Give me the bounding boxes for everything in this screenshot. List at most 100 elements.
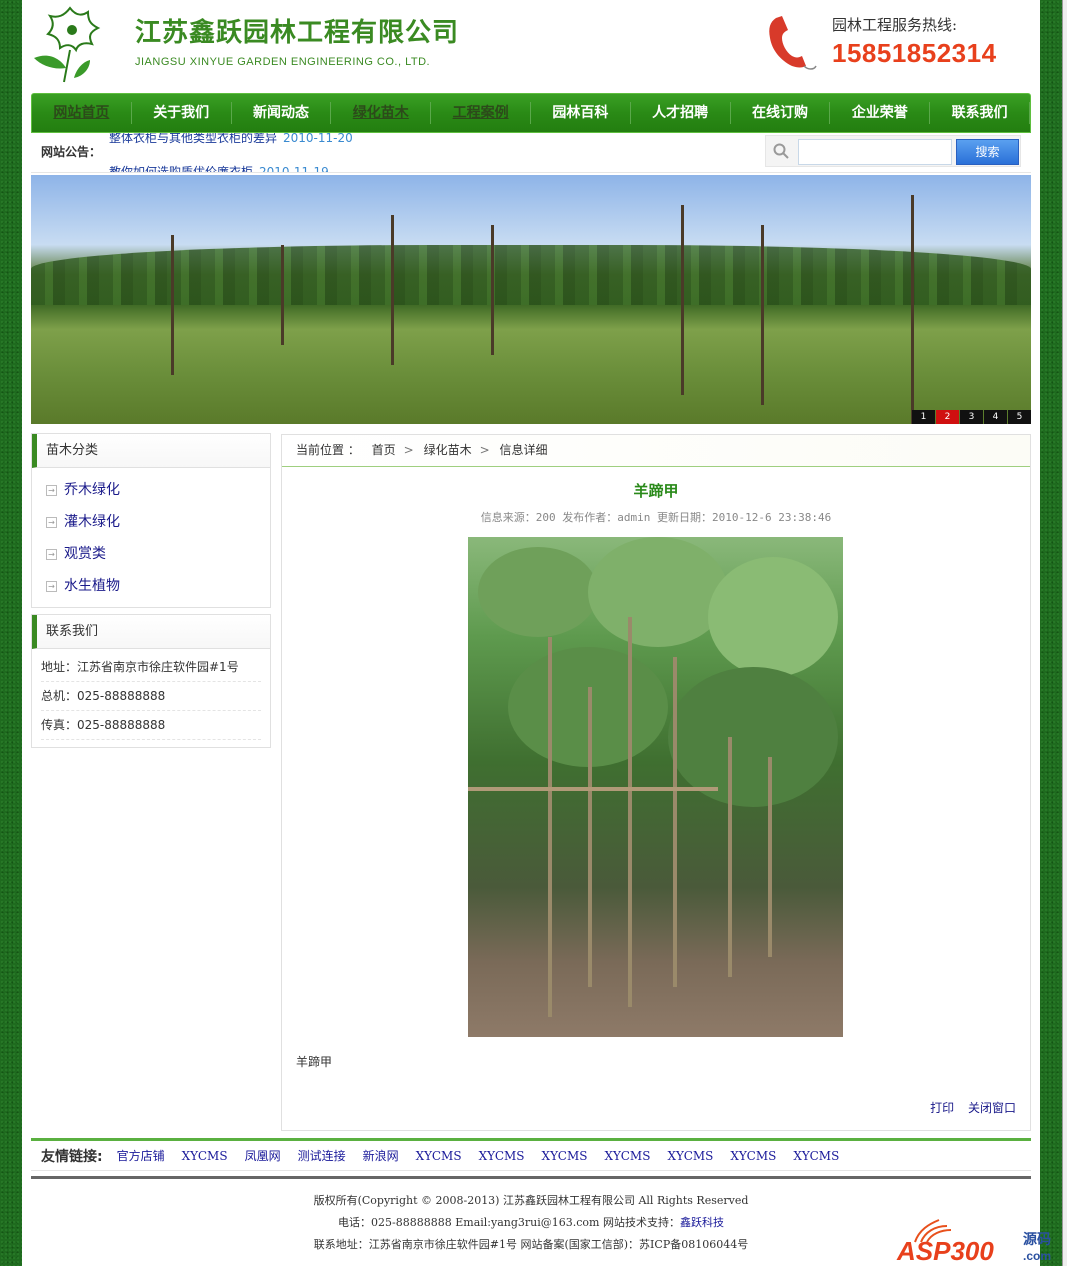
article-actions: 打印 关闭窗口	[920, 1099, 1016, 1116]
friend-link[interactable]: XYCMS	[667, 1149, 713, 1163]
hotline-number: 15851852314	[832, 38, 997, 68]
slide-dot-1[interactable]: 1	[912, 410, 935, 424]
footer-copyright: 版权所有(Copyright © 2008-2013) 江苏鑫跃园林工程有限公司…	[313, 1194, 749, 1207]
nav-item-honors[interactable]: 企业荣誉	[830, 102, 931, 124]
footer-address: 联系地址：江苏省南京市徐庄软件园#1号 网站备案(国家工信部)：苏ICP备081…	[313, 1238, 749, 1251]
chevron-right-icon: >	[403, 443, 414, 457]
friend-link[interactable]: 凤凰网	[245, 1147, 281, 1164]
banner-treeline	[31, 245, 1031, 305]
nav-item-encyclopedia[interactable]: 园林百科	[531, 102, 631, 124]
category-label[interactable]: 灌木绿化	[64, 506, 120, 538]
nav-item-order[interactable]: 在线订购	[731, 102, 831, 124]
close-window-link[interactable]: 关闭窗口	[968, 1101, 1016, 1115]
photo-foliage	[588, 537, 728, 647]
nav-item-projects[interactable]: 工程案例	[431, 102, 531, 124]
contact-box-title: 联系我们	[32, 615, 270, 649]
photo-rail	[468, 787, 718, 791]
breadcrumb-category[interactable]: 绿化苗木	[424, 443, 472, 457]
footer-divider	[31, 1176, 1031, 1179]
slide-dot-4[interactable]: 4	[984, 410, 1007, 424]
category-list: → 乔木绿化 → 灌木绿化 → 观赏类 → 水生植物	[32, 468, 270, 606]
banner-tree	[491, 225, 494, 355]
category-label[interactable]: 水生植物	[64, 570, 120, 602]
category-box: 苗木分类 → 乔木绿化 → 灌木绿化 → 观赏类 → 水生植物	[31, 433, 271, 608]
friend-link[interactable]: XYCMS	[416, 1149, 462, 1163]
watermark-suffix-en: .com	[1023, 1249, 1051, 1263]
main-content: 当前位置 ： 首页 > 绿化苗木 > 信息详细 羊蹄甲 信息来源：200 发布作者：…	[281, 434, 1031, 1131]
tech-support-link[interactable]: 鑫跃科技	[680, 1216, 724, 1229]
footer-contact-text: 电话：025-88888888 Email:yang3rui@163.com 网…	[338, 1216, 680, 1229]
friend-link[interactable]: 官方店铺	[117, 1147, 165, 1164]
friend-link[interactable]: XYCMS	[604, 1149, 650, 1163]
banner-tree	[391, 215, 394, 365]
contact-box: 联系我们 地址：江苏省南京市徐庄软件园#1号 总机：025-88888888 传…	[31, 614, 271, 748]
article-title: 羊蹄甲	[633, 482, 679, 500]
header: 江苏鑫跃园林工程有限公司 JIANGSU XINYUE GARDEN ENGIN…	[22, 0, 1040, 92]
footer: 版权所有(Copyright © 2008-2013) 江苏鑫跃园林工程有限公司…	[22, 1190, 1040, 1256]
banner-tree	[911, 195, 914, 424]
friend-link[interactable]: XYCMS	[182, 1149, 228, 1163]
photo-trunk	[548, 637, 552, 1017]
search-input[interactable]	[798, 139, 952, 165]
notice-date: 2010-11-19	[259, 165, 329, 173]
category-label[interactable]: 乔木绿化	[64, 474, 120, 506]
window-scrollbar-edge	[1062, 0, 1067, 1266]
print-link[interactable]: 打印	[930, 1101, 954, 1115]
nav-item-jobs[interactable]: 人才招聘	[631, 102, 731, 124]
photo-trunk	[628, 617, 632, 1007]
notice-title[interactable]: 整体衣柜与其他类型衣柜的差异	[109, 133, 277, 145]
notice-item[interactable]: 教你如何选购质优价廉衣柜 2010-11-19	[109, 163, 329, 173]
page: 江苏鑫跃园林工程有限公司 JIANGSU XINYUE GARDEN ENGIN…	[22, 0, 1040, 1266]
photo-trunk	[673, 657, 677, 987]
banner-slideshow[interactable]: 1 2 3 4 5	[31, 175, 1031, 424]
photo-trunk	[588, 687, 592, 987]
nav-item-about[interactable]: 关于我们	[132, 102, 232, 124]
footer-contact: 电话：025-88888888 Email:yang3rui@163.com 网…	[22, 1212, 1040, 1234]
nav-item-seedlings[interactable]: 绿化苗木	[331, 102, 432, 124]
breadcrumb-home[interactable]: 首页	[372, 443, 396, 457]
watermark-suffix-cn: 源码	[1023, 1231, 1051, 1248]
nav-item-home[interactable]: 网站首页	[32, 102, 132, 124]
search-icon	[773, 143, 789, 159]
friend-link[interactable]: XYCMS	[730, 1149, 776, 1163]
notice-item[interactable]: 整体衣柜与其他类型衣柜的差异 2010-11-20	[109, 133, 353, 146]
friend-link[interactable]: 测试连接	[298, 1147, 346, 1164]
notice-title[interactable]: 教你如何选购质优价廉衣柜	[109, 165, 253, 172]
photo-trunk	[728, 737, 732, 977]
friend-link[interactable]: 新浪网	[363, 1147, 399, 1164]
search-button[interactable]: 搜索	[956, 139, 1019, 165]
expand-icon: →	[46, 580, 57, 592]
friend-link[interactable]: XYCMS	[542, 1149, 588, 1163]
main-nav: 网站首页 关于我们 新闻动态 绿化苗木 工程案例 园林百科 人才招聘 在线订购 …	[31, 93, 1031, 133]
photo-foliage	[478, 547, 598, 637]
category-label[interactable]: 观赏类	[64, 538, 106, 570]
nav-item-contact[interactable]: 联系我们	[930, 102, 1030, 124]
watermark-text: ASP300	[896, 1236, 994, 1264]
banner-tree	[171, 235, 174, 375]
contact-list: 地址：江苏省南京市徐庄软件园#1号 总机：025-88888888 传真：025…	[32, 649, 270, 744]
chevron-right-icon: >	[479, 443, 490, 457]
slide-dot-2[interactable]: 2	[936, 410, 959, 424]
banner-tree	[281, 245, 284, 345]
friend-link[interactable]: XYCMS	[479, 1149, 525, 1163]
category-item[interactable]: → 乔木绿化	[32, 474, 270, 506]
slide-dot-3[interactable]: 3	[960, 410, 983, 424]
friend-link[interactable]: XYCMS	[793, 1149, 839, 1163]
breadcrumb-current: 信息详细	[499, 443, 548, 457]
breadcrumb: 当前位置 ： 首页 > 绿化苗木 > 信息详细	[282, 435, 1030, 467]
nav-item-news[interactable]: 新闻动态	[232, 102, 332, 124]
article-meta: 信息来源：200 发布作者：admin 更新日期：2010-12-6 23:38…	[480, 511, 832, 524]
category-item[interactable]: → 观赏类	[32, 538, 270, 570]
friend-links: 友情链接: 官方店铺 XYCMS 凤凰网 测试连接 新浪网 XYCMS XYCM…	[31, 1138, 1031, 1171]
asp300-watermark-logo: ASP300 源码 .com	[896, 1219, 1051, 1264]
expand-icon: →	[46, 484, 57, 496]
photo-trunk	[768, 757, 772, 957]
category-item[interactable]: → 灌木绿化	[32, 506, 270, 538]
hotline-label: 园林工程服务热线:	[832, 16, 958, 34]
slide-dot-5[interactable]: 5	[1008, 410, 1031, 424]
notice-bar: 网站公告： 整体衣柜与其他类型衣柜的差异 2010-11-20 教你如何选购质优价…	[31, 133, 1031, 173]
slide-indicators: 1 2 3 4 5	[911, 410, 1031, 424]
photo-foliage	[708, 557, 838, 677]
category-item[interactable]: → 水生植物	[32, 570, 270, 602]
expand-icon: →	[46, 548, 57, 560]
